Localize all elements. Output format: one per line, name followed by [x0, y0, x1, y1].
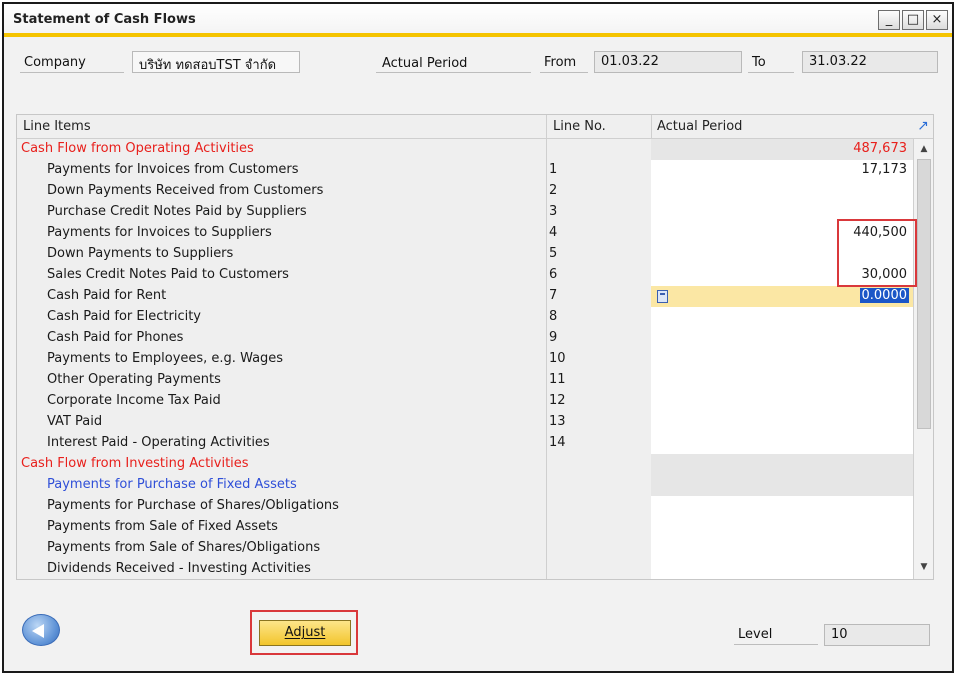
table-row[interactable]: Other Operating Payments 11 — [17, 370, 913, 391]
line-item-name: VAT Paid — [47, 414, 103, 429]
active-edit-cell[interactable]: 0.0000 — [651, 286, 913, 307]
edit-cell-value[interactable]: 0.0000 — [859, 288, 909, 303]
table-row[interactable]: Cash Paid for Rent 7 — [17, 286, 651, 307]
vertical-scrollbar[interactable]: ▲ ▼ — [913, 139, 933, 579]
maximize-button[interactable]: □ — [902, 10, 924, 30]
table-row[interactable]: VAT Paid 13 — [17, 412, 913, 433]
window-title: Statement of Cash Flows — [13, 12, 196, 27]
value-highlight-box — [837, 219, 917, 287]
adjust-button[interactable]: Adjust — [259, 620, 351, 646]
table-row[interactable]: Payments to Employees, e.g. Wages 10 — [17, 349, 913, 370]
line-item-name: Payments for Purchase of Fixed Assets — [47, 477, 297, 492]
line-number: 13 — [549, 414, 566, 429]
line-number: 10 — [549, 351, 566, 366]
line-number: 6 — [549, 267, 558, 282]
line-item-name: Cash Paid for Electricity — [47, 309, 201, 324]
line-number: 12 — [549, 393, 566, 408]
minimize-button[interactable]: _ — [878, 10, 900, 30]
line-items-grid: Line Items Line No. Actual Period ↗ Cash… — [16, 114, 934, 580]
from-label: From — [544, 55, 577, 70]
table-row-section[interactable]: Cash Flow from Operating Activities 487,… — [17, 139, 913, 160]
expand-arrow-icon[interactable]: ↗ — [915, 117, 931, 135]
table-row[interactable]: Sales Credit Notes Paid to Customers 6 3… — [17, 265, 913, 286]
section-total-value: 487,673 — [853, 141, 907, 156]
column-header-line-no[interactable]: Line No. — [547, 115, 651, 139]
table-row[interactable]: Purchase Credit Notes Paid by Suppliers … — [17, 202, 913, 223]
table-row[interactable]: Corporate Income Tax Paid 12 — [17, 391, 913, 412]
table-row[interactable]: Cash Paid for Electricity 8 — [17, 307, 913, 328]
calculator-icon[interactable] — [657, 290, 668, 303]
period-label: Actual Period — [382, 56, 468, 71]
table-row-section[interactable]: Cash Flow from Investing Activities — [17, 454, 913, 475]
line-item-name: Payments from Sale of Fixed Assets — [47, 519, 278, 534]
level-label-underline — [734, 644, 818, 645]
scroll-down-icon[interactable]: ▼ — [916, 559, 932, 575]
line-number: 7 — [549, 288, 558, 303]
company-field[interactable]: บริษัท ทดสอบTST จำกัด — [132, 51, 300, 73]
to-date-field[interactable]: 31.03.22 — [802, 51, 938, 73]
column-header-line-items[interactable]: Line Items — [17, 115, 547, 139]
company-label-underline — [20, 72, 124, 73]
table-row[interactable]: Payments for Invoices to Suppliers 4 440… — [17, 223, 913, 244]
line-item-name: Interest Paid - Operating Activities — [47, 435, 270, 450]
line-number: 2 — [549, 183, 558, 198]
from-label-underline — [540, 72, 588, 73]
table-row[interactable]: Payments from Sale of Fixed Assets — [17, 517, 913, 538]
table-row[interactable]: Down Payments Received from Customers 2 — [17, 181, 913, 202]
section-name: Cash Flow from Operating Activities — [21, 141, 254, 156]
table-row[interactable]: Dividends Received - Investing Activitie… — [17, 559, 913, 579]
line-item-name: Down Payments to Suppliers — [47, 246, 234, 261]
line-number: 8 — [549, 309, 558, 324]
table-row[interactable]: Payments for Invoices from Customers 1 1… — [17, 160, 913, 181]
line-item-name: Cash Paid for Phones — [47, 330, 184, 345]
line-number: 1 — [549, 162, 558, 177]
line-item-name: Down Payments Received from Customers — [47, 183, 324, 198]
company-label: Company — [24, 55, 86, 70]
line-item-name: Payments from Sale of Shares/Obligations — [47, 540, 321, 555]
scrollbar-thumb[interactable] — [917, 159, 931, 429]
window-controls: _ □ × — [878, 10, 948, 30]
period-label-underline — [376, 72, 531, 73]
line-number: 9 — [549, 330, 558, 345]
table-row[interactable]: Payments for Purchase of Shares/Obligati… — [17, 496, 913, 517]
level-label: Level — [738, 627, 773, 642]
line-item-name: Payments for Purchase of Shares/Obligati… — [47, 498, 339, 513]
level-field[interactable]: 10 — [824, 624, 930, 646]
column-header-actual-period[interactable]: Actual Period — [651, 115, 933, 139]
from-date-field[interactable]: 01.03.22 — [594, 51, 742, 73]
line-item-name: Other Operating Payments — [47, 372, 221, 387]
table-row[interactable]: Interest Paid - Operating Activities 14 — [17, 433, 913, 454]
title-bar: Statement of Cash Flows _ □ × — [4, 4, 952, 37]
line-item-name: Payments to Employees, e.g. Wages — [47, 351, 284, 366]
line-number: 5 — [549, 246, 558, 261]
to-label: To — [752, 55, 766, 70]
line-item-name: Payments for Invoices to Suppliers — [47, 225, 272, 240]
line-number: 4 — [549, 225, 558, 240]
line-item-name: Cash Paid for Rent — [47, 288, 167, 303]
line-item-name: Payments for Invoices from Customers — [47, 162, 299, 177]
scroll-up-icon[interactable]: ▲ — [916, 141, 932, 157]
to-label-underline — [748, 72, 794, 73]
table-row[interactable]: Cash Paid for Phones 9 — [17, 328, 913, 349]
line-item-name: Sales Credit Notes Paid to Customers — [47, 267, 289, 282]
table-row[interactable]: Payments from Sale of Shares/Obligations — [17, 538, 913, 559]
line-item-name: Dividends Received - Investing Activitie… — [47, 561, 311, 576]
table-row[interactable]: Down Payments to Suppliers 5 — [17, 244, 913, 265]
line-item-name: Purchase Credit Notes Paid by Suppliers — [47, 204, 307, 219]
line-number: 3 — [549, 204, 558, 219]
line-number: 14 — [549, 435, 566, 450]
line-number: 11 — [549, 372, 566, 387]
close-button[interactable]: × — [926, 10, 948, 30]
table-row[interactable]: Payments for Purchase of Fixed Assets — [17, 475, 913, 496]
actual-period-value: 17,173 — [861, 162, 908, 177]
line-item-name: Corporate Income Tax Paid — [47, 393, 221, 408]
section-name: Cash Flow from Investing Activities — [21, 456, 249, 471]
back-arrow-icon[interactable] — [22, 614, 60, 646]
